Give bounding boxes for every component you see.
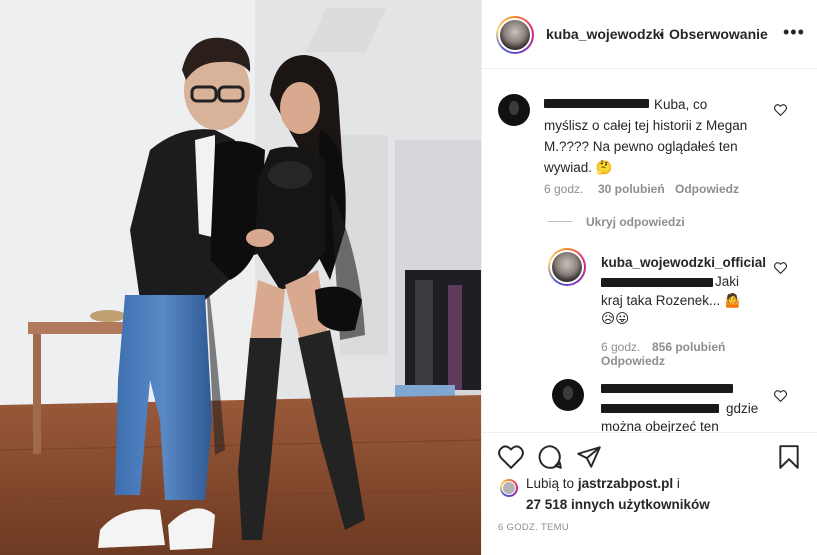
- post-photo[interactable]: [0, 0, 481, 555]
- reply2-like-heart-icon[interactable]: [774, 390, 787, 402]
- post-timestamp[interactable]: 6 GODZ. TEMU: [498, 522, 569, 533]
- reply2-text-tail-2: można obejrzeć ten: [601, 419, 719, 432]
- share-icon[interactable]: [576, 444, 602, 470]
- comments-list[interactable]: Kuba, co myślisz o całej tej historii z …: [482, 70, 817, 432]
- reply-author-avatar[interactable]: [548, 248, 586, 286]
- comment-text-line-2: myślisz o całej tej historii z Megan: [544, 118, 748, 133]
- follow-status-button[interactable]: Obserwowanie: [669, 26, 768, 42]
- redacted-username: [544, 99, 649, 108]
- liked-by-account[interactable]: jastrzabpost.pl: [578, 476, 673, 491]
- reply-text: kraj taka Rozenek...: [601, 293, 721, 308]
- commenter-avatar[interactable]: [498, 94, 530, 126]
- liked-by-prefix: Lubią to: [526, 476, 575, 491]
- liker-avatar[interactable]: [500, 479, 518, 497]
- comment-text-line-1: Kuba, co: [654, 97, 708, 112]
- liked-by-line: Lubią to jastrzabpost.pl i: [526, 476, 680, 491]
- redacted-username-2: [601, 384, 733, 393]
- likes-count[interactable]: 27 518 innych użytkowników: [526, 497, 710, 512]
- shrug-emoji: 🤷: [724, 293, 741, 309]
- replies-divider: [548, 221, 572, 222]
- comment-text-line-3: M.???? Na pewno oglądałeś ten: [544, 139, 738, 154]
- comment-reply-button[interactable]: Odpowiedz: [675, 182, 739, 196]
- separator-dot: •: [659, 26, 664, 42]
- liked-by-and: i: [676, 476, 680, 491]
- reply-reply-button[interactable]: Odpowiedz: [601, 354, 665, 368]
- author-username[interactable]: kuba_wojewodzki: [546, 26, 664, 42]
- redacted-mention-2: [601, 404, 719, 413]
- comment-icon[interactable]: [537, 444, 563, 470]
- post-header: kuba_wojewodzki • Obserwowanie •••: [482, 0, 817, 69]
- comment-text-line-4: wywiad. 🤔: [544, 157, 613, 179]
- reply-emoji-line: 😥😛: [601, 308, 629, 330]
- post-actions-bar: [482, 432, 817, 555]
- comment-like-heart-icon[interactable]: [774, 104, 787, 116]
- reply2-text-tail-1: gdzie: [726, 401, 759, 416]
- faces-emoji: 😥😛: [601, 311, 630, 327]
- reply-text-line-1: Jaki: [715, 274, 740, 289]
- author-avatar[interactable]: [496, 16, 534, 54]
- heart-icon[interactable]: [498, 444, 524, 470]
- photo-illustration: [0, 0, 481, 555]
- redacted-mention: [601, 278, 713, 287]
- reply-time: 6 godz.: [601, 340, 641, 354]
- bookmark-icon[interactable]: [776, 444, 802, 470]
- thinking-emoji: 🤔: [595, 160, 613, 176]
- comment-likes[interactable]: 30 polubień: [598, 182, 665, 196]
- reply-likes[interactable]: 856 polubień: [652, 340, 725, 354]
- hide-replies-button[interactable]: Ukryj odpowiedzi: [586, 215, 685, 229]
- comment-time: 6 godz.: [544, 182, 584, 196]
- more-options-icon[interactable]: •••: [783, 22, 805, 43]
- post-sidebar: kuba_wojewodzki • Obserwowanie ••• Kuba,…: [481, 0, 817, 555]
- comment-text-end: wywiad.: [544, 160, 593, 175]
- reply2-avatar[interactable]: [552, 379, 584, 411]
- reply-author-username[interactable]: kuba_wojewodzki_official: [601, 252, 766, 273]
- reply-like-heart-icon[interactable]: [774, 262, 787, 274]
